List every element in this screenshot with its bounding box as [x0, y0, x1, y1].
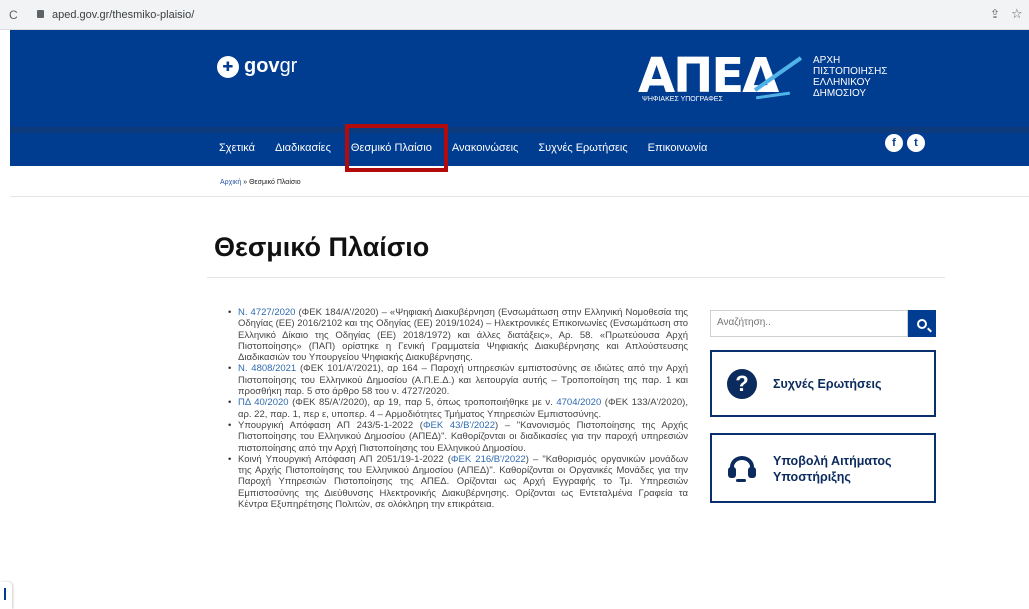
- support-request-card[interactable]: Υποβολή Αιτήματος Υποστήριξης: [710, 433, 936, 503]
- faq-card-label: Συχνές Ερωτήσεις: [773, 377, 882, 391]
- share-icon[interactable]: ⇪: [990, 7, 1000, 21]
- headset-icon: [727, 454, 757, 484]
- support-card-label: Υποβολή Αιτήματος Υποστήριξης: [773, 454, 892, 484]
- govgr-logo-gr: gr: [279, 55, 298, 77]
- authority-name: ΑΡΧΗ ΠΙΣΤΟΠΟΙΗΣΗΣ ΕΛΛΗΝΙΚΟΥ ΔΗΜΟΣΙΟΥ: [813, 55, 887, 99]
- search-box: [710, 310, 908, 337]
- lock-icon[interactable]: [37, 10, 44, 18]
- aped-logo-subtitle: ΨΗΦΙΑΚΕΣ ΥΠΟΓΡΑΦΕΣ: [642, 96, 723, 103]
- fek-link[interactable]: ΦΕΚ 216/Β'/2022: [451, 454, 526, 465]
- list-item: Υπουργική Απόφαση ΑΠ 243/5-1-2022 (ΦΕΚ 4…: [228, 420, 688, 454]
- question-icon: ?: [727, 369, 757, 399]
- aped-logo-text: ΑΠΕΔ: [638, 48, 779, 104]
- search-widget: [710, 310, 936, 337]
- nav-item-announcements[interactable]: Ανακοινώσεις: [452, 142, 518, 154]
- nav-item-faq[interactable]: Συχνές Ερωτήσεις: [538, 142, 627, 154]
- list-item: ΠΔ 40/2020 (ΦΕΚ 85/Α'/2020), αρ 19, παρ …: [228, 397, 688, 420]
- title-divider: [207, 277, 945, 278]
- page-title: Θεσμικό Πλαίσιο: [214, 232, 430, 262]
- highlight-box: [345, 124, 448, 172]
- social-links: f t: [885, 134, 925, 152]
- nav-item-contact[interactable]: Επικοινωνία: [648, 142, 708, 154]
- list-item: Ν. 4808/2021 (ΦΕΚ 101/Α'/2021), αρ 164 –…: [228, 363, 688, 397]
- law-link[interactable]: 4704/2020: [556, 397, 601, 408]
- search-input[interactable]: [717, 317, 897, 328]
- faq-card[interactable]: ? Συχνές Ερωτήσεις: [710, 350, 936, 417]
- breadcrumb-separator: »: [243, 179, 248, 186]
- breadcrumb: Αρχική » Θεσμικό Πλαίσιο: [220, 179, 301, 186]
- list-item: Κοινή Υπουργική Απόφαση ΑΠ 2051/19-1-202…: [228, 454, 688, 510]
- authority-line: ΔΗΜΟΣΙΟΥ: [813, 88, 867, 99]
- reload-icon[interactable]: C: [9, 8, 18, 22]
- list-item-text: (ΦΕΚ 101/Α'/2021), αρ 164 – Παροχή υπηρε…: [238, 363, 689, 398]
- law-link[interactable]: Ν. 4808/2021: [238, 363, 296, 374]
- authority-line: ΠΙΣΤΟΠΟΙΗΣΗΣ: [813, 66, 888, 77]
- twitter-icon[interactable]: t: [907, 134, 925, 152]
- breadcrumb-current: Θεσμικό Πλαίσιο: [249, 179, 301, 186]
- main-nav: Σχετικά Διαδικασίες Θεσμικό Πλαίσιο Ανακ…: [10, 127, 1029, 166]
- accessibility-tab[interactable]: [0, 582, 12, 609]
- list-item-text: Κοινή Υπουργική Απόφαση ΑΠ 2051/19-1-202…: [238, 453, 451, 465]
- authority-line: ΑΡΧΗ: [813, 55, 841, 66]
- search-icon: [917, 318, 927, 329]
- nav-item-about[interactable]: Σχετικά: [219, 142, 255, 154]
- list-item: Ν. 4727/2020 (ΦΕΚ 184/Α'/2020) – «Ψηφιακ…: [228, 307, 688, 363]
- site-header: ✚ gov gr ΑΠΕΔ ΨΗΦΙΑΚΕΣ ΥΠΟΓΡΑΦΕΣ ΑΡΧΗ ΠΙΣ…: [10, 30, 1029, 127]
- breadcrumb-home[interactable]: Αρχική: [220, 179, 241, 186]
- govgr-logo-gov: gov: [244, 55, 280, 77]
- browser-toolbar: C aped.gov.gr/thesmiko-plaisio/ ⇪ ☆: [0, 0, 1029, 30]
- aped-logo[interactable]: ΑΠΕΔ ΨΗΦΙΑΚΕΣ ΥΠΟΓΡΑΦΕΣ: [638, 48, 803, 104]
- list-item-text: Υπουργική Απόφαση ΑΠ 243/5-1-2022 (: [238, 419, 423, 431]
- address-bar[interactable]: aped.gov.gr/thesmiko-plaisio/: [52, 9, 194, 21]
- fek-link[interactable]: ΦΕΚ 43/Β'/2022: [423, 420, 495, 431]
- breadcrumb-bar: Αρχική » Θεσμικό Πλαίσιο: [10, 166, 1029, 197]
- law-link[interactable]: Ν. 4727/2020: [238, 307, 295, 318]
- law-link[interactable]: ΠΔ 40/2020: [238, 397, 289, 408]
- govgr-logo[interactable]: ✚ gov gr: [217, 55, 297, 78]
- legal-framework-list: Ν. 4727/2020 (ΦΕΚ 184/Α'/2020) – «Ψηφιακ…: [228, 307, 688, 510]
- list-item-text: (ΦΕΚ 184/Α'/2020) – «Ψηφιακή Διακυβέρνησ…: [238, 307, 689, 364]
- authority-line: ΕΛΛΗΝΙΚΟΥ: [813, 77, 871, 88]
- facebook-icon[interactable]: f: [885, 134, 903, 152]
- search-button[interactable]: [908, 310, 936, 337]
- bookmark-star-icon[interactable]: ☆: [1011, 6, 1023, 22]
- greek-emblem-icon: ✚: [217, 55, 239, 78]
- list-item-text: (ΦΕΚ 85/Α'/2020), αρ 19, παρ 5, όπως τρο…: [288, 397, 557, 409]
- nav-item-procedures[interactable]: Διαδικασίες: [275, 142, 331, 154]
